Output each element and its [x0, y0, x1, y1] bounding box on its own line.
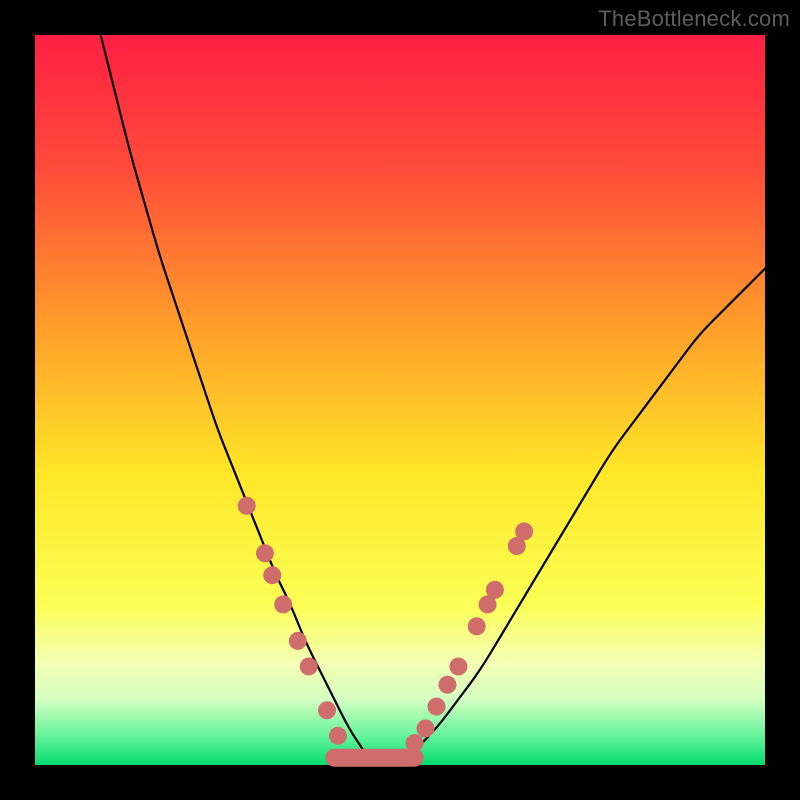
attribution-label: TheBottleneck.com [598, 6, 790, 32]
marker-point [238, 497, 256, 515]
marker-point [449, 657, 467, 675]
marker-point [318, 701, 336, 719]
marker-point [417, 720, 435, 738]
marker-point [263, 566, 281, 584]
marker-point [289, 632, 307, 650]
marker-point [515, 522, 533, 540]
marker-point [274, 595, 292, 613]
plot-background [35, 35, 765, 765]
marker-point [406, 734, 424, 752]
bottleneck-chart [0, 0, 800, 800]
marker-point [438, 676, 456, 694]
marker-point [468, 617, 486, 635]
chart-frame: TheBottleneck.com [0, 0, 800, 800]
marker-point [300, 657, 318, 675]
marker-point [256, 544, 274, 562]
marker-point [428, 698, 446, 716]
marker-point [329, 727, 347, 745]
marker-point [486, 581, 504, 599]
